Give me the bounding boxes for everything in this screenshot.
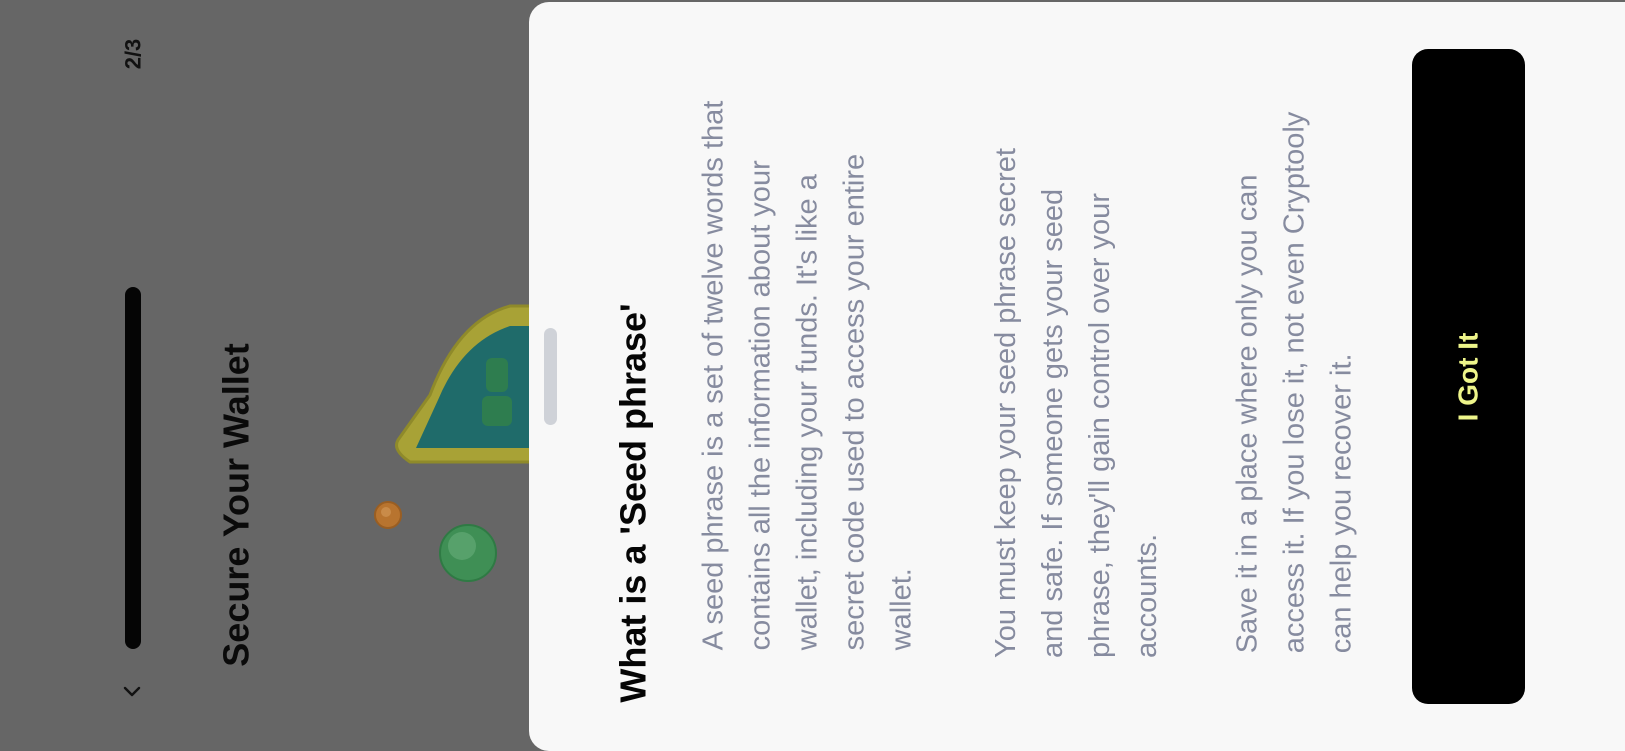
sheet-title: What is a 'Seed phrase' [613,302,655,703]
screen: 2/3 Secure Your Wallet What is a 'Seed p… [0,0,1625,751]
paragraph-line: can help you recover it. [1325,353,1358,654]
paragraph-line: A seed phrase is a set of twelve words t… [697,100,730,650]
paragraph-line: accounts. [1130,533,1163,658]
paragraph-line: secret code used to access your entire [838,153,871,650]
shield-coins-illustration [370,300,542,620]
chevron-left-icon[interactable] [120,680,144,704]
paragraph-line: You must keep your seed phrase secret [989,147,1022,658]
step-counter: 2/3 [120,38,145,70]
keep-secret-paragraph: You must keep your seed phrase secret an… [983,95,1170,710]
paragraph-line: wallet, including your funds. It's like … [791,173,824,650]
save-safely-paragraph: Save it in a place where only you can ac… [1225,55,1365,710]
paragraph-line: phrase, they'll gain control over your [1083,192,1116,658]
got-it-button-label: I Got It [1452,332,1484,421]
got-it-button[interactable]: I Got It [1412,49,1525,704]
paragraph-line: Save it in a place where only you can [1231,174,1264,654]
onboarding-progress-bar [125,287,141,649]
paragraph-line: contains all the information about your [744,159,777,650]
paragraph-line: access it. If you lose it, not even Cryp… [1278,111,1311,654]
paragraph-line: wallet. [885,567,918,650]
page-title: Secure Your Wallet [216,343,257,667]
paragraph-line: and safe. If someone gets your seed [1036,188,1069,658]
sheet-drag-handle[interactable] [544,328,557,425]
seed-phrase-definition-paragraph: A seed phrase is a set of twelve words t… [691,40,925,710]
